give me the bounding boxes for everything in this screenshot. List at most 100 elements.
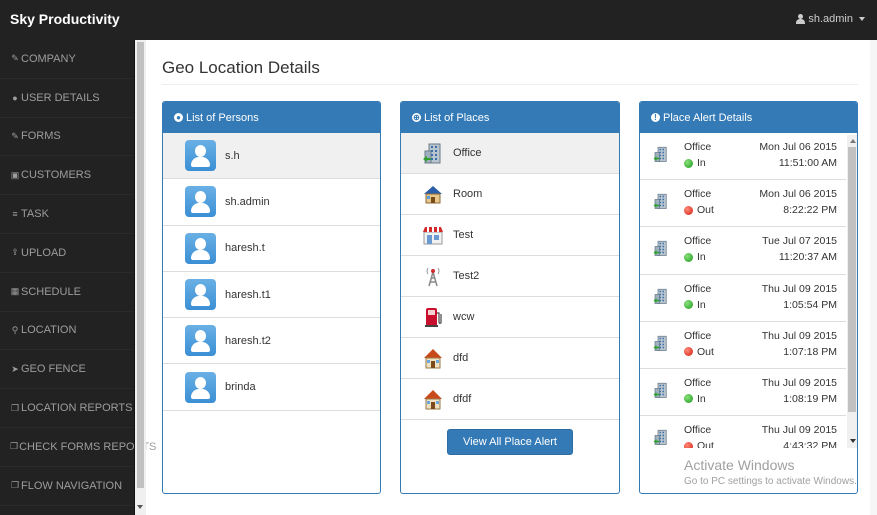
person-row[interactable]: haresh.t2 <box>163 318 380 365</box>
sidebar-scroll-thumb[interactable] <box>137 42 144 488</box>
place-name: dfd <box>453 352 469 364</box>
alert-row[interactable]: Office Out Mon Jul 06 2015 8:22:22 PM <box>640 180 846 228</box>
persons-list: s.h sh.admin haresh.t haresh.t1 haresh.t2 bri… <box>163 133 380 411</box>
house-icon <box>421 387 445 411</box>
alert-status-label: In <box>697 157 706 169</box>
sidebar-item-label: USER DETAILS <box>21 91 100 104</box>
alert-place: Office <box>684 282 712 295</box>
calendar-icon: ▦ <box>10 286 20 297</box>
alert-date: Thu Jul 09 2015 <box>761 282 837 295</box>
person-row[interactable]: brinda <box>163 364 380 411</box>
sidebar-item-schedule[interactable]: ▦ SCHEDULE <box>0 273 134 312</box>
alert-place: Office <box>684 141 712 153</box>
status-dot-icon <box>684 205 693 215</box>
persons-panel-title: List of Persons <box>186 111 259 124</box>
alert-status: Out <box>684 440 714 448</box>
alert-place: Office <box>684 188 712 201</box>
place-row[interactable]: Test2 <box>401 256 619 297</box>
sidebar-item-location[interactable]: ⚲ LOCATION <box>0 312 134 351</box>
place-row[interactable]: Room <box>401 174 619 215</box>
sidebar-item-check-forms-reports[interactable]: ❐ CHECK FORMS REPORTS <box>0 428 156 467</box>
sidebar-item-label: LOCATION <box>21 324 77 337</box>
place-row[interactable]: wcw <box>401 297 619 338</box>
place-row[interactable]: Office <box>401 133 619 174</box>
brand-logo[interactable]: Sky Productivity <box>10 11 120 27</box>
avatar-icon <box>185 325 216 357</box>
person-name: haresh.t <box>225 242 265 255</box>
person-row[interactable]: haresh.t1 <box>163 272 380 319</box>
alert-date: Thu Jul 09 2015 <box>761 329 837 342</box>
user-icon <box>796 14 806 24</box>
user-icon: ● <box>12 92 18 103</box>
person-row[interactable]: s.h <box>163 133 380 180</box>
sidebar-item-label: FORMS <box>21 130 61 143</box>
sidebar-item-flow-navigation[interactable]: ❐ FLOW NAVIGATION <box>0 467 134 506</box>
status-dot-icon <box>684 252 693 262</box>
user-menu[interactable]: sh.admin <box>796 13 865 25</box>
places-panel: ⊕ List of Places Office Room Test Test2 wcw d… <box>400 101 620 494</box>
place-row[interactable]: dfd <box>401 338 619 379</box>
caret-down-icon <box>859 17 865 21</box>
sidebar-item-geo-fence[interactable]: ➤ GEO FENCE <box>0 350 134 390</box>
person-row[interactable]: sh.admin <box>163 179 380 226</box>
sidebar-item-upload[interactable]: ⇪ UPLOAD <box>0 234 134 273</box>
scroll-down-icon[interactable] <box>137 505 143 509</box>
briefcase-icon: ▣ <box>10 169 20 180</box>
alerts-scroll-thumb[interactable] <box>848 147 856 412</box>
person-row[interactable]: haresh.t <box>163 226 380 272</box>
title-divider <box>162 84 858 85</box>
sidebar-item-location-reports[interactable]: ❐ LOCATION REPORTS <box>0 389 134 428</box>
upload-icon: ⇪ <box>11 247 19 258</box>
sidebar-item-label: GEO FENCE <box>21 363 86 376</box>
place-name: dfdf <box>453 393 472 405</box>
list-icon: ≡ <box>12 209 18 220</box>
sidebar-item-label: CUSTOMERS <box>21 169 92 182</box>
page-title: Geo Location Details <box>162 58 320 77</box>
office-building-icon <box>652 239 670 261</box>
sidebar-item-label: TASK <box>21 208 49 221</box>
view-all-alerts-button[interactable]: View All Place Alert Details <box>447 429 573 472</box>
sidebar-item-user-details[interactable]: ● USER DETAILS <box>0 79 134 118</box>
alert-date: Mon Jul 06 2015 <box>759 188 837 201</box>
alert-row[interactable]: Office In Mon Jul 06 2015 11:51:00 AM <box>640 133 846 181</box>
sidebar-item-customers[interactable]: ▣ CUSTOMERS <box>0 156 134 196</box>
persons-panel: ● List of Persons s.h sh.admin haresh.t har… <box>162 101 381 494</box>
sidebar-item-label: COMPANY <box>21 52 76 65</box>
alert-status: In <box>684 299 706 311</box>
alert-row[interactable]: Office In Thu Jul 09 2015 1:08:19 PM <box>640 369 846 417</box>
status-dot-icon <box>684 300 693 310</box>
top-navbar: Sky Productivity sh.admin <box>0 0 877 40</box>
place-row[interactable]: Test <box>401 215 619 256</box>
page-scrollbar[interactable] <box>870 40 877 515</box>
user-icon: ● <box>174 113 183 122</box>
alert-row[interactable]: Office Out Thu Jul 09 2015 1:07:18 PM <box>640 322 846 369</box>
scroll-up-icon[interactable] <box>850 139 856 143</box>
alerts-panel-header: ! Place Alert Details <box>640 102 857 133</box>
alert-row[interactable]: Office In Tue Jul 07 2015 11:20:37 AM <box>640 227 846 275</box>
alert-date: Tue Jul 07 2015 <box>762 235 837 248</box>
person-name: sh.admin <box>225 195 270 208</box>
alert-date: Thu Jul 09 2015 <box>761 424 837 437</box>
alert-time: 11:20:37 AM <box>778 251 837 264</box>
alert-status-label: Out <box>697 204 714 217</box>
alert-time: 11:51:00 AM <box>778 157 837 169</box>
sidebar: ✎ COMPANY ● USER DETAILS ✎ FORMS ▣ CUSTOMERS ≡ TA… <box>0 40 156 515</box>
places-list: Office Room Test Test2 wcw dfd dfdf <box>401 133 619 420</box>
wrench-icon: ✎ <box>11 53 19 64</box>
sidebar-item-company[interactable]: ✎ COMPANY <box>0 40 134 79</box>
alerts-panel-title: Place Alert Details <box>663 111 753 124</box>
sidebar-item-task[interactable]: ≡ TASK <box>0 195 134 234</box>
place-name: Test <box>453 229 474 241</box>
sidebar-item-forms[interactable]: ✎ FORMS <box>0 118 134 157</box>
edit-icon: ✎ <box>11 130 19 141</box>
sidebar-item-label: FLOW NAVIGATION <box>21 479 123 492</box>
username: sh.admin <box>808 13 853 25</box>
scroll-down-icon[interactable] <box>850 439 856 443</box>
watermark-subtitle: Go to PC settings to activate Windows. <box>684 476 857 487</box>
alert-row[interactable]: Office In Thu Jul 09 2015 1:05:54 PM <box>640 275 846 322</box>
alert-row[interactable]: Office Out Thu Jul 09 2015 4:43:32 PM <box>640 416 846 448</box>
persons-panel-header: ● List of Persons <box>163 102 380 133</box>
place-row[interactable]: dfdf <box>401 379 619 420</box>
person-name: brinda <box>225 381 256 394</box>
alerts-panel: ! Place Alert Details Office In Mon Jul 06… <box>639 101 858 494</box>
